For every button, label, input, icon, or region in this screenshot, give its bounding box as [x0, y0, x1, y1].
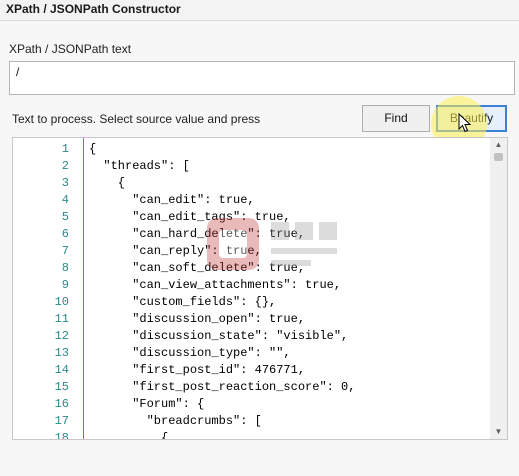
code-line[interactable]: 17 "breadcrumbs": [	[13, 413, 491, 430]
line-number: 5	[61, 210, 69, 224]
code-line-text[interactable]: "first_post_id": 476771,	[89, 362, 305, 379]
code-line[interactable]: 1{	[13, 141, 491, 158]
code-line-text[interactable]: "can_edit_tags": true,	[89, 209, 290, 226]
chevron-down-icon[interactable]: ▼	[490, 425, 507, 439]
code-line-text[interactable]: "first_post_reaction_score": 0,	[89, 379, 355, 396]
bottom-area	[0, 452, 519, 476]
code-line-text[interactable]: "can_hard_delete": true,	[89, 226, 305, 243]
line-number: 8	[61, 261, 69, 275]
code-line[interactable]: 5 "can_edit_tags": true,	[13, 209, 491, 226]
code-line-text[interactable]: {	[89, 141, 96, 158]
line-number: 6	[61, 227, 69, 241]
line-number: 11	[54, 312, 69, 326]
line-number: 12	[54, 329, 69, 343]
code-line[interactable]: 2 "threads": [	[13, 158, 491, 175]
code-line-text[interactable]: {	[89, 430, 168, 439]
title-bar: XPath / JSONPath Constructor	[0, 0, 519, 21]
code-content[interactable]: 1{2 "threads": [3 {4 "can_edit": true, 5 …	[13, 141, 491, 440]
line-number: 15	[54, 380, 69, 394]
code-line[interactable]: 13 "discussion_type": "",	[13, 345, 491, 362]
line-number: 13	[54, 346, 69, 360]
code-line[interactable]: 11 "discussion_open": true,	[13, 311, 491, 328]
find-button[interactable]: Find	[362, 105, 430, 132]
chevron-up-icon[interactable]: ▲	[490, 138, 507, 152]
code-line-text[interactable]: "discussion_open": true,	[89, 311, 305, 328]
code-line-text[interactable]: "threads": [	[89, 158, 189, 175]
line-number: 18	[54, 431, 69, 440]
code-line[interactable]: 10 "custom_fields": {},	[13, 294, 491, 311]
line-number: 10	[54, 295, 69, 309]
line-number: 4	[61, 193, 69, 207]
line-number: 2	[61, 159, 69, 173]
window-title: XPath / JSONPath Constructor	[6, 2, 181, 16]
scroll-thumb[interactable]	[494, 153, 503, 161]
xpath-constructor-window: XPath / JSONPath Constructor XPath / JSO…	[0, 0, 519, 476]
line-number: 16	[54, 397, 69, 411]
code-line-text[interactable]: "discussion_state": "visible",	[89, 328, 348, 345]
code-line-text[interactable]: "can_view_attachments": true,	[89, 277, 341, 294]
code-line-text[interactable]: "breadcrumbs": [	[89, 413, 262, 430]
source-text-editor[interactable]: 1{2 "threads": [3 {4 "can_edit": true, 5 …	[12, 137, 508, 440]
beautify-button[interactable]: Beautify	[436, 105, 507, 132]
code-line[interactable]: 14 "first_post_id": 476771,	[13, 362, 491, 379]
code-line[interactable]: 6 "can_hard_delete": true,	[13, 226, 491, 243]
line-number: 1	[61, 142, 69, 156]
code-line[interactable]: 7 "can_reply": true,	[13, 243, 491, 260]
code-line-text[interactable]: "discussion_type": "",	[89, 345, 290, 362]
xpath-input[interactable]: /	[9, 61, 515, 95]
code-line-text[interactable]: "can_edit": true,	[89, 192, 254, 209]
vertical-scrollbar[interactable]: ▲ ▼	[490, 138, 507, 439]
code-line[interactable]: 15 "first_post_reaction_score": 0,	[13, 379, 491, 396]
line-number: 9	[61, 278, 69, 292]
code-line-text[interactable]: "Forum": {	[89, 396, 204, 413]
line-number: 7	[61, 244, 69, 258]
code-line-text[interactable]: "can_reply": true,	[89, 243, 262, 260]
code-line[interactable]: 9 "can_view_attachments": true,	[13, 277, 491, 294]
line-number: 17	[54, 414, 69, 428]
code-line[interactable]: 8 "can_soft_delete": true,	[13, 260, 491, 277]
code-line-text[interactable]: "can_soft_delete": true,	[89, 260, 305, 277]
code-line[interactable]: 4 "can_edit": true,	[13, 192, 491, 209]
line-number: 14	[54, 363, 69, 377]
line-number: 3	[61, 176, 69, 190]
code-line[interactable]: 16 "Forum": {	[13, 396, 491, 413]
code-line[interactable]: 3 {	[13, 175, 491, 192]
process-instruction-label: Text to process. Select source value and…	[12, 112, 261, 126]
code-line[interactable]: 12 "discussion_state": "visible",	[13, 328, 491, 345]
code-line-text[interactable]: "custom_fields": {},	[89, 294, 276, 311]
code-line-text[interactable]: {	[89, 175, 125, 192]
xpath-field-label: XPath / JSONPath text	[9, 42, 132, 56]
code-line[interactable]: 18 {	[13, 430, 491, 440]
